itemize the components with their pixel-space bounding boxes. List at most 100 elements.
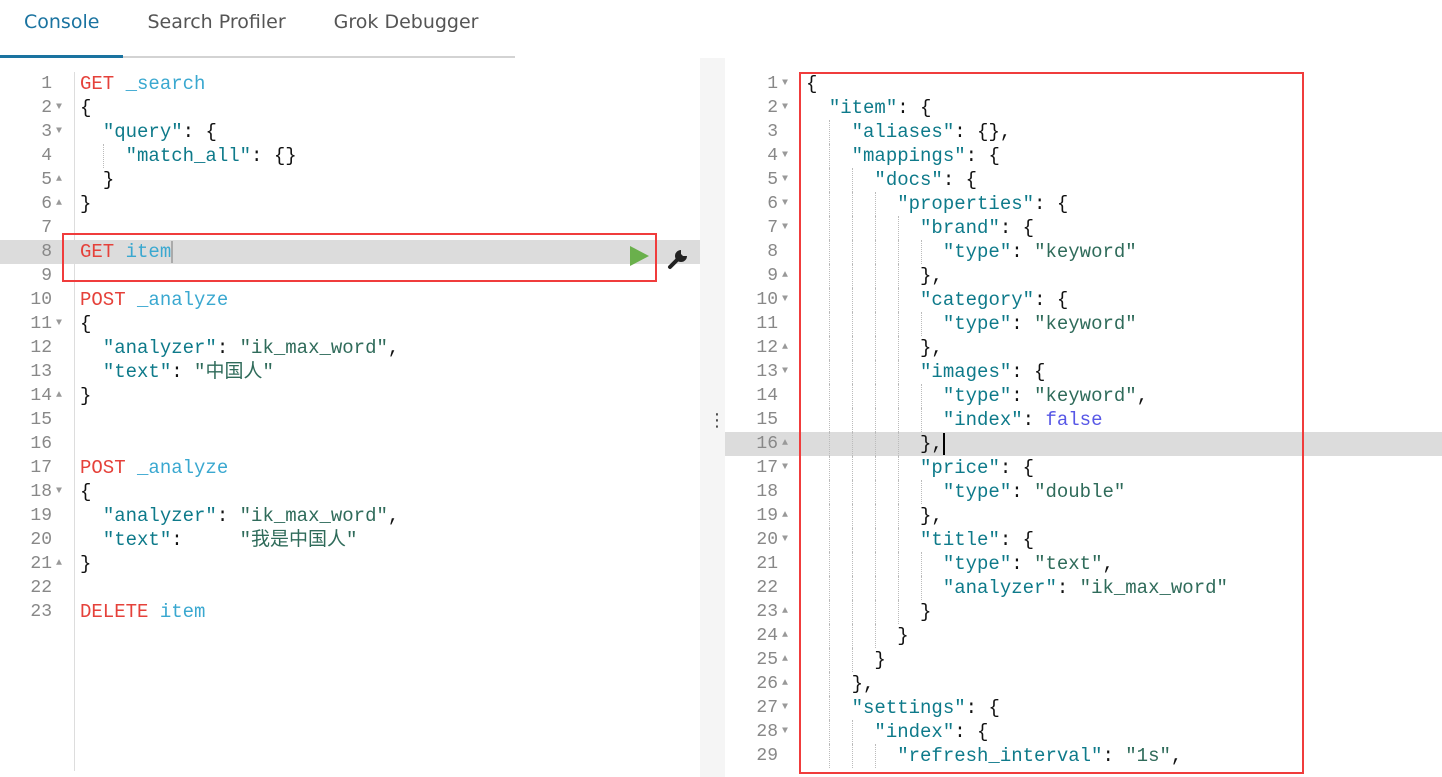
code-line[interactable]: 4 ▼ "mappings": { — [725, 144, 1442, 168]
code-line[interactable]: 5 ▲ } — [0, 168, 700, 192]
code-line[interactable]: 11 "type": "keyword" — [725, 312, 1442, 336]
code-line[interactable]: 20 "text": "我是中国人" — [0, 528, 700, 552]
response-editor[interactable]: 1 ▼{2 ▼ "item": {3 "aliases": {}, 4 ▼ "mappi… — [725, 72, 1442, 777]
code-line[interactable]: 16 — [0, 432, 700, 456]
fold-arrow-up-icon[interactable]: ▲ — [782, 504, 788, 528]
request-editor[interactable]: 1 GET _search 2 ▼{3 ▼ "query": {4 "match_all… — [0, 72, 700, 777]
code-line[interactable]: 8 GET item — [0, 240, 700, 264]
fold-arrow-up-icon[interactable]: ▲ — [782, 648, 788, 672]
code-line[interactable]: 21 ▲} — [0, 552, 700, 576]
fold-arrow-up-icon[interactable]: ▲ — [782, 600, 788, 624]
code-line[interactable]: 1 GET _search — [0, 72, 700, 96]
code-line[interactable]: 17 POST _analyze — [0, 456, 700, 480]
code-line[interactable]: 7 — [0, 216, 700, 240]
token-punct — [126, 289, 137, 311]
code-line[interactable]: 17 ▼ "price": { — [725, 456, 1442, 480]
fold-arrow-down-icon[interactable]: ▼ — [782, 72, 788, 96]
tab-grok-debugger[interactable]: Grok Debugger — [310, 0, 503, 56]
code-line[interactable]: 6 ▼ "properties": { — [725, 192, 1442, 216]
code-line[interactable]: 19 ▲ }, — [725, 504, 1442, 528]
code-line[interactable]: 14 ▲} — [0, 384, 700, 408]
token-punct: : — [171, 529, 183, 551]
token-punct: , — [387, 337, 400, 359]
line-number: 4 — [41, 146, 52, 166]
fold-arrow-down-icon[interactable]: ▼ — [782, 216, 788, 240]
fold-arrow-down-icon[interactable]: ▼ — [782, 696, 788, 720]
fold-arrow-up-icon[interactable]: ▲ — [56, 552, 62, 576]
code-line[interactable]: 6 ▲} — [0, 192, 700, 216]
code-line[interactable]: 23 ▲ } — [725, 600, 1442, 624]
code-line[interactable]: 23 DELETE item — [0, 600, 700, 624]
code-line[interactable]: 25 ▲ } — [725, 648, 1442, 672]
code-line[interactable]: 1 ▼ { — [725, 72, 1442, 96]
code-line[interactable]: 3 ▼ "query": { — [0, 120, 700, 144]
fold-arrow-up-icon[interactable]: ▲ — [56, 384, 62, 408]
code-line[interactable]: 15 "index": false — [725, 408, 1442, 432]
token-key: "item" — [828, 97, 898, 119]
fold-arrow-down-icon[interactable]: ▼ — [56, 480, 62, 504]
fold-arrow-up-icon[interactable]: ▲ — [782, 432, 788, 456]
pane-resize-handle[interactable]: ⋮ — [700, 58, 726, 777]
code-line[interactable]: 3 "aliases": {}, — [725, 120, 1442, 144]
fold-arrow-down-icon[interactable]: ▼ — [782, 456, 788, 480]
fold-arrow-down-icon[interactable]: ▼ — [782, 720, 788, 744]
code-line[interactable]: 13 "text": "中国人" — [0, 360, 700, 384]
token-punct — [806, 601, 920, 623]
token-punct — [806, 649, 874, 671]
code-line[interactable]: 12 "analyzer": "ik_max_word", — [0, 336, 700, 360]
code-line[interactable]: 8 "type": "keyword" — [725, 240, 1442, 264]
fold-arrow-up-icon[interactable]: ▲ — [782, 624, 788, 648]
fold-arrow-down-icon[interactable]: ▼ — [782, 168, 788, 192]
code-line[interactable]: 14 "type": "keyword", — [725, 384, 1442, 408]
tab-search-profiler[interactable]: Search Profiler — [123, 0, 309, 56]
fold-arrow-down-icon[interactable]: ▼ — [782, 288, 788, 312]
fold-arrow-down-icon[interactable]: ▼ — [56, 120, 62, 144]
fold-arrow-down-icon[interactable]: ▼ — [782, 360, 788, 384]
code-line[interactable]: 24 ▲ } — [725, 624, 1442, 648]
code-line[interactable]: 11 ▼ { — [0, 312, 700, 336]
code-line[interactable]: 21 "type": "text", — [725, 552, 1442, 576]
code-line[interactable]: 15 — [0, 408, 700, 432]
code-line[interactable]: 9 — [0, 264, 700, 288]
code-line[interactable]: 10 POST _analyze — [0, 288, 700, 312]
fold-arrow-down-icon[interactable]: ▼ — [56, 96, 62, 120]
fold-arrow-down-icon[interactable]: ▼ — [782, 192, 788, 216]
code-line[interactable]: 9 ▲ }, — [725, 264, 1442, 288]
code-line[interactable]: 18 ▼ { — [0, 480, 700, 504]
code-line[interactable]: 13 ▼ "images": { — [725, 360, 1442, 384]
fold-arrow-down-icon[interactable]: ▼ — [782, 528, 788, 552]
code-line[interactable]: 12 ▲ }, — [725, 336, 1442, 360]
code-line[interactable]: 4 "match_all": {} — [0, 144, 700, 168]
request-settings-button[interactable] — [667, 246, 691, 274]
fold-arrow-up-icon[interactable]: ▲ — [56, 168, 62, 192]
run-request-button[interactable] — [628, 245, 650, 271]
code-line[interactable]: 20 ▼ "title": { — [725, 528, 1442, 552]
tab-console[interactable]: Console — [0, 0, 124, 58]
code-line[interactable]: 16 ▲ }, — [725, 432, 1442, 456]
code-line[interactable]: 26 ▲ }, — [725, 672, 1442, 696]
code-line[interactable]: 19 "analyzer": "ik_max_word", — [0, 504, 700, 528]
token-punct: { — [80, 313, 92, 335]
token-punct: : — [965, 697, 978, 719]
code-line[interactable]: 10 ▼ "category": { — [725, 288, 1442, 312]
code-line[interactable]: 2 ▼ "item": { — [725, 96, 1442, 120]
fold-arrow-up-icon[interactable]: ▲ — [56, 192, 62, 216]
token-punct — [806, 745, 897, 767]
fold-arrow-up-icon[interactable]: ▲ — [782, 336, 788, 360]
code-line[interactable]: 29 "refresh_interval": "1s", — [725, 744, 1442, 768]
code-line[interactable]: 18 "type": "double" — [725, 480, 1442, 504]
code-line[interactable]: 27 ▼ "settings": { — [725, 696, 1442, 720]
fold-arrow-down-icon[interactable]: ▼ — [56, 312, 62, 336]
fold-arrow-down-icon[interactable]: ▼ — [782, 144, 788, 168]
code-line[interactable]: 22 "analyzer": "ik_max_word" — [725, 576, 1442, 600]
code-line[interactable]: 28 ▼ "index": { — [725, 720, 1442, 744]
code-line[interactable]: 22 — [0, 576, 700, 600]
fold-arrow-down-icon[interactable]: ▼ — [782, 96, 788, 120]
code-line[interactable]: 2 ▼ { — [0, 96, 700, 120]
code-line[interactable]: 5 ▼ "docs": { — [725, 168, 1442, 192]
token-punct: : — [1011, 481, 1023, 503]
fold-arrow-up-icon[interactable]: ▲ — [782, 672, 788, 696]
token-punct: : — [1011, 553, 1023, 575]
code-line[interactable]: 7 ▼ "brand": { — [725, 216, 1442, 240]
fold-arrow-up-icon[interactable]: ▲ — [782, 264, 788, 288]
